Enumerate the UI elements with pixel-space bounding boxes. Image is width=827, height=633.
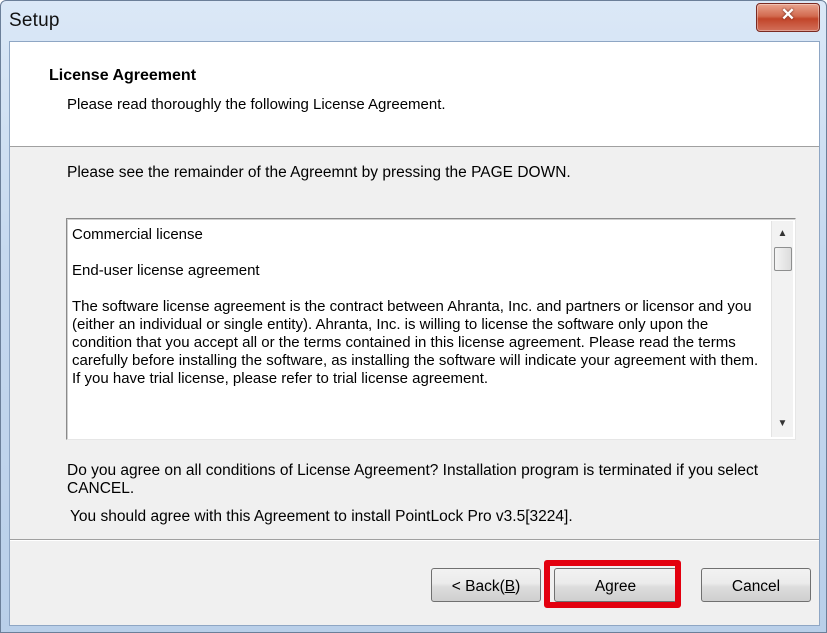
title-bar[interactable]: Setup ✕: [1, 1, 826, 41]
vertical-scrollbar[interactable]: ▲ ▼: [771, 221, 793, 437]
close-icon: ✕: [780, 5, 796, 24]
scroll-thumb[interactable]: [774, 247, 792, 271]
window-title: Setup: [9, 10, 60, 31]
page-title: License Agreement: [49, 67, 197, 84]
back-label-key: B: [504, 578, 516, 595]
close-button[interactable]: ✕: [756, 3, 820, 32]
license-text-box[interactable]: Commercial license End-user license agre…: [66, 218, 796, 440]
license-paragraph: Commercial license: [72, 226, 203, 243]
agreement-note: You should agree with this Agreement to …: [70, 508, 573, 525]
scroll-down-arrow-icon[interactable]: ▼: [772, 413, 793, 435]
license-paragraph: End-user license agreement: [72, 262, 260, 279]
instruction-text: Please see the remainder of the Agreemnt…: [67, 164, 571, 181]
agree-highlight-box: [544, 560, 681, 608]
cancel-button[interactable]: Cancel: [701, 568, 811, 602]
back-button[interactable]: < Back(B): [431, 568, 541, 602]
back-label-prefix: < Back(: [451, 578, 505, 595]
page-subtitle: Please read thoroughly the following Lic…: [67, 96, 446, 113]
agreement-question: Do you agree on all conditions of Licens…: [67, 462, 758, 497]
scroll-up-arrow-icon[interactable]: ▲: [772, 223, 793, 245]
back-label-suffix: ): [515, 578, 521, 595]
wizard-header: License Agreement Please read thoroughly…: [10, 42, 819, 147]
button-separator: [10, 539, 819, 541]
license-paragraph: The software license agreement is the co…: [72, 298, 759, 387]
dialog-client-area: License Agreement Please read thoroughly…: [9, 41, 820, 626]
setup-window: Setup ✕ License Agreement Please read th…: [0, 0, 827, 633]
license-content: Commercial license End-user license agre…: [72, 226, 762, 406]
